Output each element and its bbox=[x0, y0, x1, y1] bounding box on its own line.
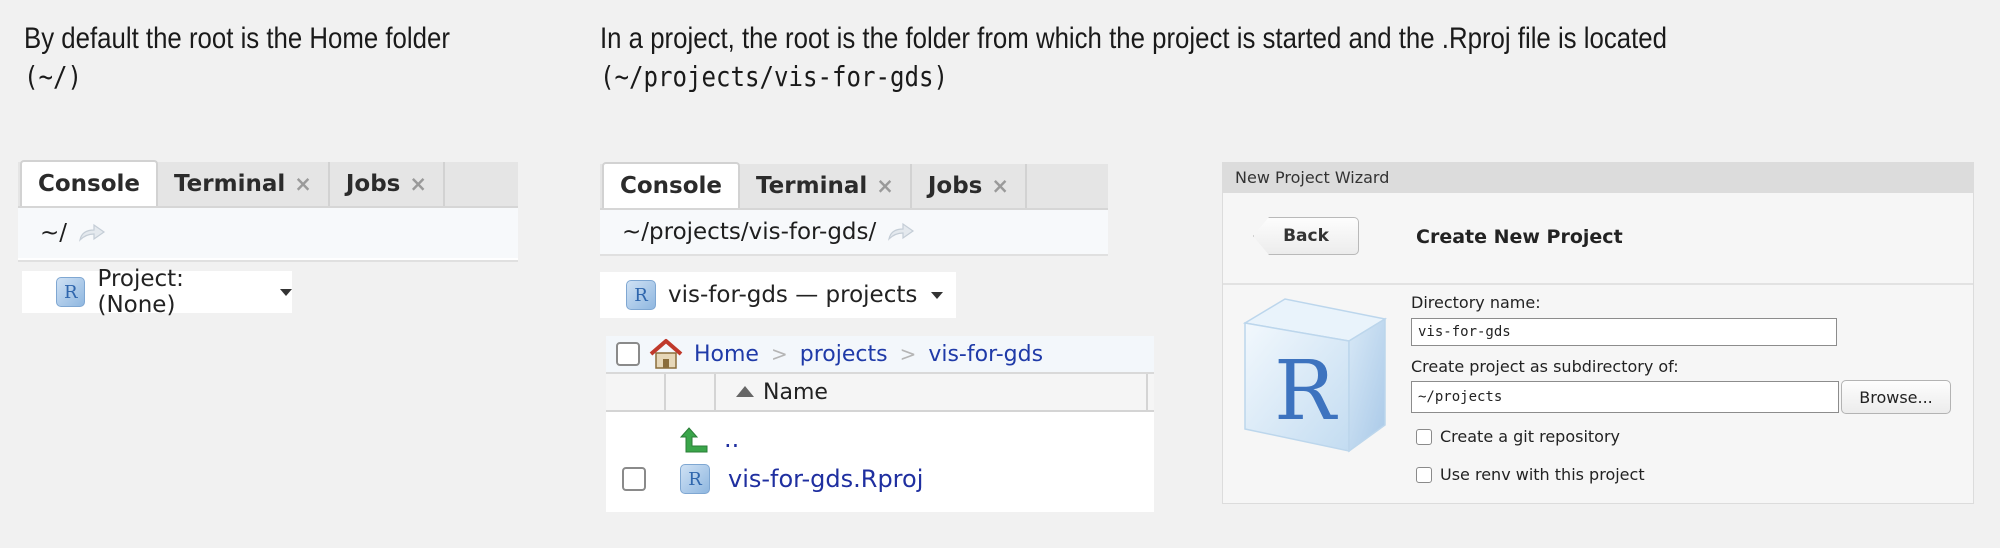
project-menu-label: vis-for-gds — projects bbox=[668, 282, 918, 308]
home-icon[interactable] bbox=[648, 338, 684, 370]
console-tabbar: Console Terminal × Jobs × bbox=[18, 160, 518, 208]
working-directory: ~/projects/vis-for-gds/ bbox=[622, 219, 877, 245]
up-arrow-icon bbox=[680, 427, 708, 453]
files-column-header: Name bbox=[606, 374, 1154, 412]
table-row[interactable]: R vis-for-gds.Rproj bbox=[606, 454, 1154, 504]
caption-default-text: By default the root is the Home folder bbox=[24, 22, 450, 55]
git-repository-checkbox[interactable] bbox=[1416, 428, 1432, 445]
r-project-icon: R bbox=[626, 280, 656, 310]
breadcrumb-separator: > bbox=[770, 342, 788, 366]
renv-checkbox[interactable] bbox=[1416, 466, 1432, 483]
wizard-heading: Create New Project bbox=[1416, 226, 1623, 248]
go-to-directory-icon[interactable] bbox=[886, 222, 916, 242]
console-tabbar: Console Terminal × Jobs × bbox=[600, 162, 1108, 210]
wizard-window-title: New Project Wizard bbox=[1223, 163, 1973, 193]
tab-jobs[interactable]: Jobs × bbox=[911, 164, 1027, 208]
breadcrumb-separator: > bbox=[899, 342, 917, 366]
rproj-file-icon: R bbox=[680, 464, 710, 494]
chevron-down-icon bbox=[280, 288, 292, 296]
close-icon[interactable]: × bbox=[294, 172, 312, 196]
caption-project-text: In a project, the root is the folder fro… bbox=[600, 22, 1667, 55]
files-pane: Home > projects > vis-for-gds Name .. R … bbox=[606, 336, 1154, 512]
renv-label: Use renv with this project bbox=[1440, 465, 1645, 484]
subdirectory-input[interactable]: ~/projects bbox=[1411, 381, 1839, 413]
tab-terminal[interactable]: Terminal × bbox=[740, 164, 912, 208]
tab-terminal[interactable]: Terminal × bbox=[158, 162, 330, 206]
subdirectory-label: Create project as subdirectory of: bbox=[1411, 357, 1679, 376]
caption-default: By default the root is the Home folder (… bbox=[24, 20, 450, 96]
column-header-name[interactable]: Name bbox=[736, 380, 828, 405]
git-repository-option[interactable]: Create a git repository bbox=[1416, 427, 1620, 446]
file-name-link[interactable]: vis-for-gds.Rproj bbox=[728, 465, 923, 493]
r-project-icon: R bbox=[56, 277, 86, 307]
project-menu-label: Project: (None) bbox=[97, 266, 184, 318]
chevron-down-icon bbox=[931, 291, 944, 299]
tab-console[interactable]: Console bbox=[602, 162, 741, 208]
project-menu-button[interactable]: R Project: (None) bbox=[22, 266, 292, 318]
wizard-header: Back Create New Project bbox=[1223, 193, 1973, 285]
project-menu-button[interactable]: R vis-for-gds — projects bbox=[600, 272, 956, 318]
tab-jobs[interactable]: Jobs × bbox=[329, 162, 445, 206]
working-directory: ~/ bbox=[40, 220, 68, 246]
git-repository-label: Create a git repository bbox=[1440, 427, 1621, 446]
close-icon[interactable]: × bbox=[991, 174, 1009, 198]
parent-directory-link[interactable]: .. bbox=[724, 425, 739, 453]
console-path-row: ~/ bbox=[18, 208, 518, 258]
breadcrumb-vis-for-gds[interactable]: vis-for-gds bbox=[928, 342, 1043, 367]
row-checkbox[interactable] bbox=[622, 467, 646, 491]
directory-name-input[interactable]: vis-for-gds bbox=[1411, 318, 1837, 346]
browse-button[interactable]: Browse... bbox=[1841, 380, 1951, 414]
console-path-row: ~/projects/vis-for-gds/ bbox=[600, 210, 1108, 254]
r-logo-letter: R bbox=[1274, 344, 1338, 439]
r-cube-logo-icon: R bbox=[1242, 298, 1387, 453]
console-pane-project: Console Terminal × Jobs × ~/projects/vis-f… bbox=[600, 162, 1108, 256]
breadcrumb: Home > projects > vis-for-gds bbox=[606, 336, 1154, 374]
select-all-checkbox[interactable] bbox=[616, 342, 640, 366]
new-project-wizard: New Project Wizard Back Create New Proje… bbox=[1222, 162, 1974, 504]
caption-project-path: (~/projects/vis-for-gds) bbox=[600, 60, 948, 93]
back-button[interactable]: Back bbox=[1253, 217, 1359, 255]
renv-option[interactable]: Use renv with this project bbox=[1416, 465, 1645, 484]
sort-ascending-icon bbox=[736, 386, 754, 397]
close-icon[interactable]: × bbox=[409, 172, 427, 196]
breadcrumb-home[interactable]: Home bbox=[694, 342, 759, 367]
directory-name-label: Directory name: bbox=[1411, 293, 1541, 312]
close-icon[interactable]: × bbox=[876, 174, 894, 198]
breadcrumb-projects[interactable]: projects bbox=[800, 342, 888, 367]
go-to-directory-icon[interactable] bbox=[77, 223, 107, 243]
caption-default-path: (~/) bbox=[24, 60, 82, 93]
caption-project: In a project, the root is the folder fro… bbox=[600, 20, 1667, 96]
tab-console[interactable]: Console bbox=[20, 160, 159, 206]
console-pane-default: Console Terminal × Jobs × ~/ bbox=[18, 160, 518, 262]
